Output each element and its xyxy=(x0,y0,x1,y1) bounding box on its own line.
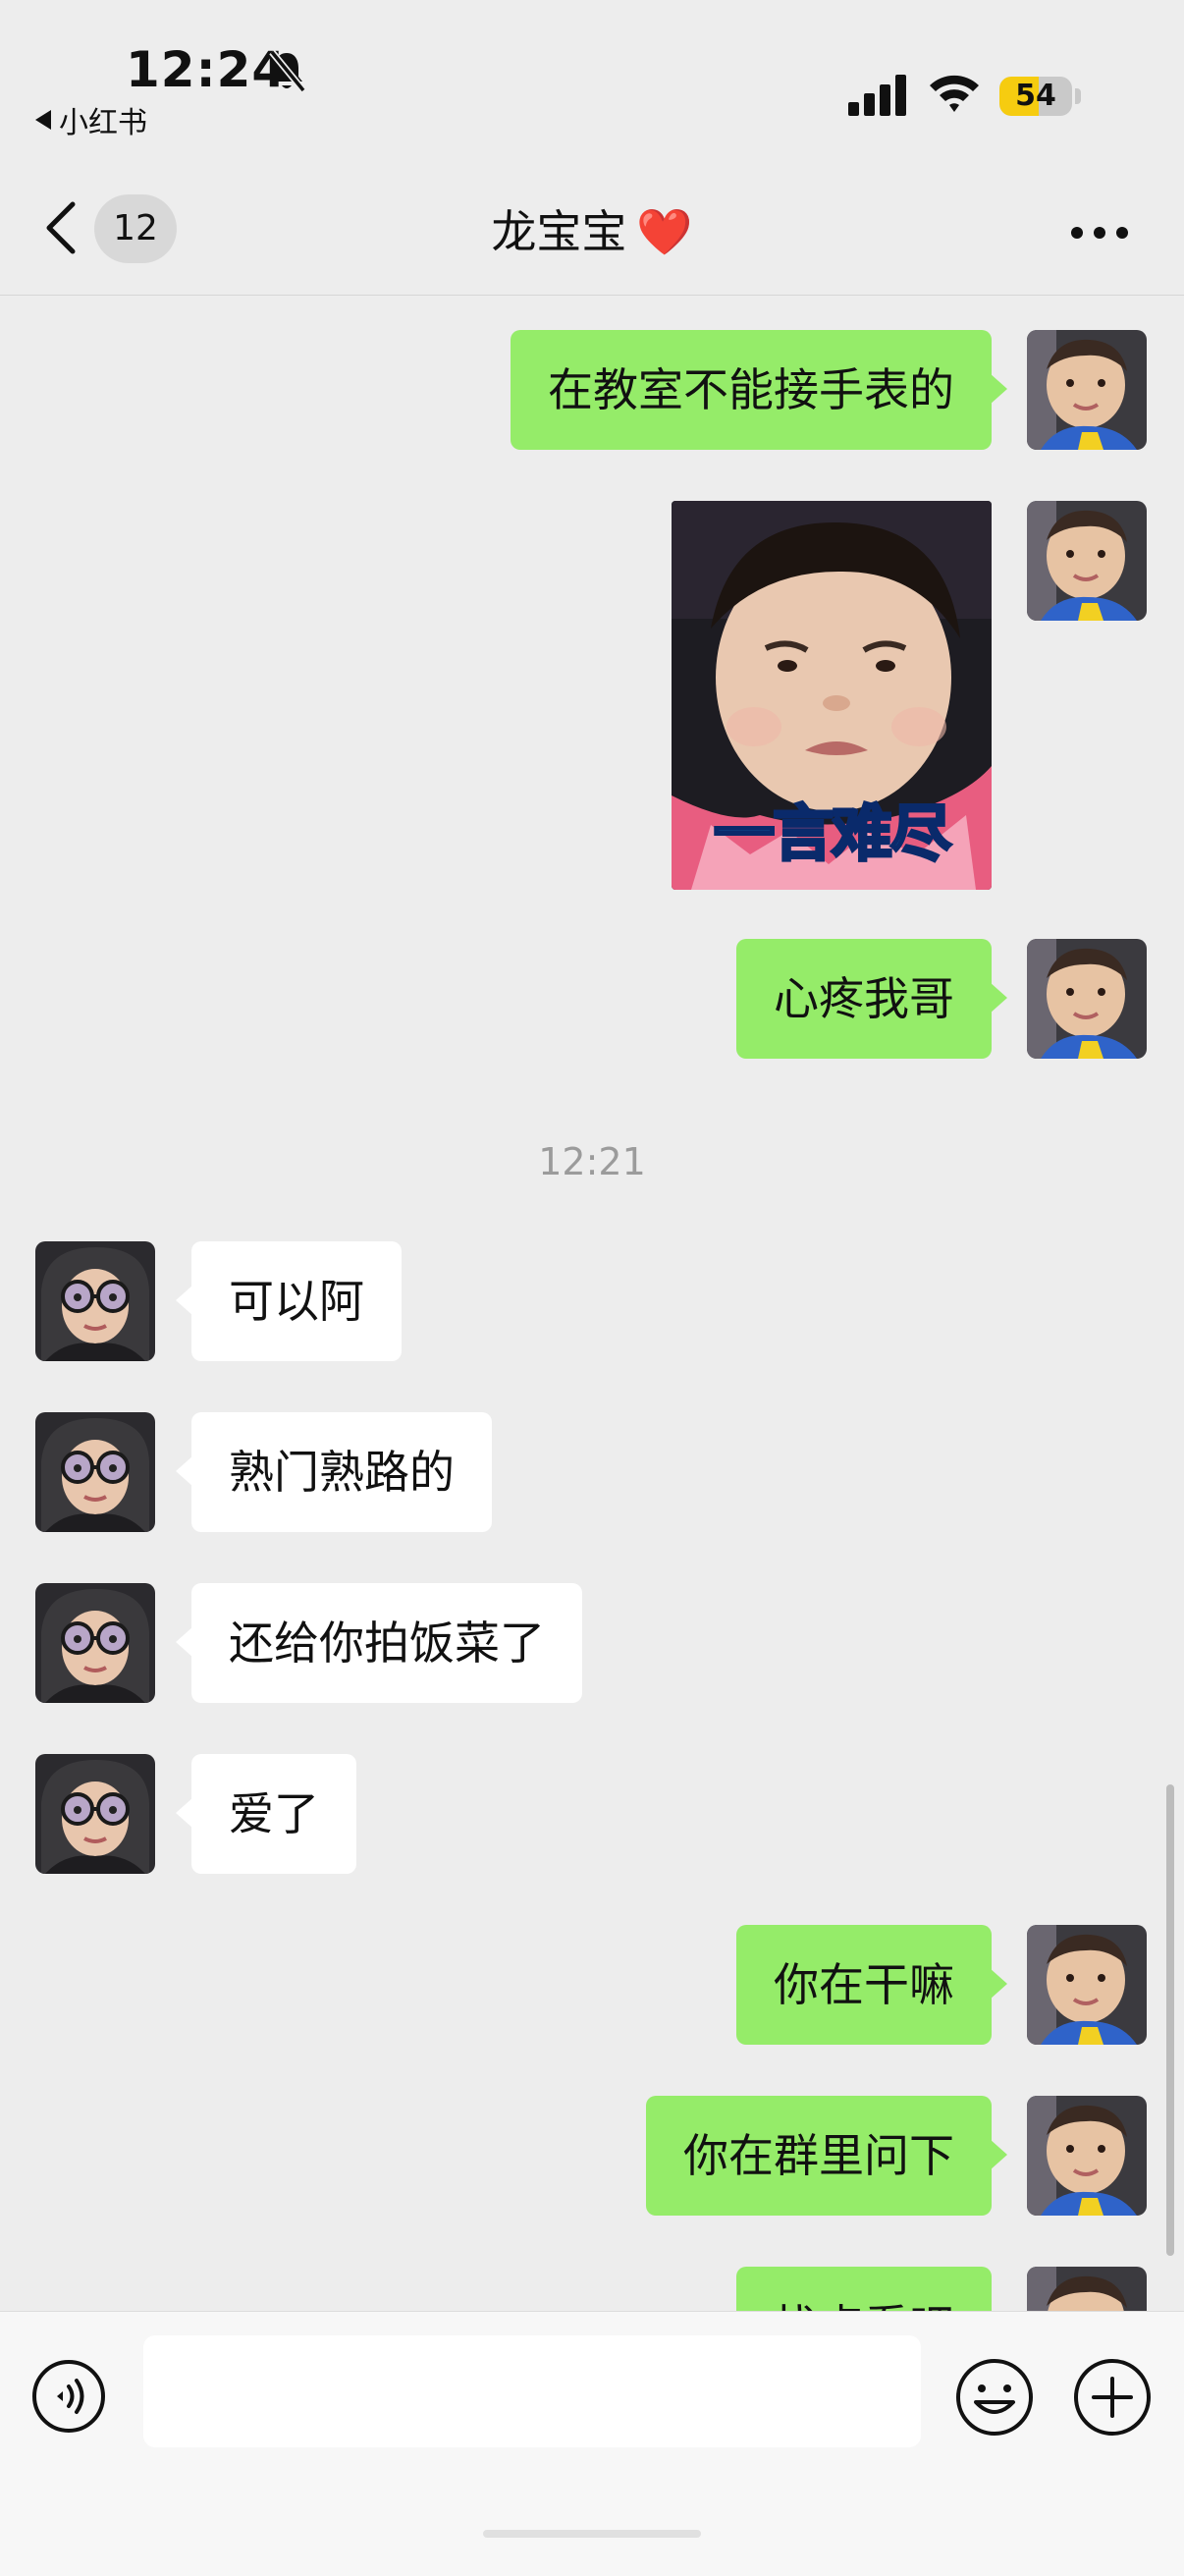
outgoing-message-bubble-partial[interactable]: 找点看吧 xyxy=(736,2267,1007,2311)
back-app-label: 小红书 xyxy=(59,106,147,140)
chat-title: 龙宝宝 ❤️ xyxy=(0,196,1184,261)
incoming-message-bubble[interactable]: 熟门熟路的 xyxy=(176,1412,492,1532)
battery-tip xyxy=(1075,88,1081,104)
message-input[interactable] xyxy=(143,2335,921,2447)
sticker-image[interactable]: 一言难尽 xyxy=(672,501,992,890)
back-triangle-icon xyxy=(35,110,51,130)
signal-icon xyxy=(848,75,906,116)
chat-header: 12 龙宝宝 ❤️ xyxy=(0,147,1184,296)
incoming-message-bubble[interactable]: 还给你拍饭菜了 xyxy=(176,1583,582,1703)
incoming-message-bubble[interactable]: 爱了 xyxy=(176,1754,356,1874)
my-avatar[interactable] xyxy=(1027,2096,1147,2216)
battery-percent: 54 xyxy=(1015,79,1056,113)
emoji-icon[interactable] xyxy=(954,2357,1035,2438)
incoming-message-bubble[interactable]: 可以阿 xyxy=(176,1241,402,1361)
more-icon[interactable] xyxy=(1070,226,1129,240)
contact-avatar[interactable] xyxy=(35,1412,155,1532)
outgoing-message-bubble[interactable]: 你在群里问下 xyxy=(646,2096,1007,2216)
outgoing-message-bubble[interactable]: 在教室不能接手表的 xyxy=(511,330,1007,450)
my-avatar[interactable] xyxy=(1027,939,1147,1059)
my-avatar[interactable] xyxy=(1027,501,1147,621)
status-bar: 12:24 小红书 54 xyxy=(0,0,1184,147)
home-indicator xyxy=(483,2530,701,2538)
contact-avatar[interactable] xyxy=(35,1754,155,1874)
my-avatar[interactable] xyxy=(1027,2267,1147,2311)
battery-icon: 54 xyxy=(999,77,1072,116)
chat-title-text: 龙宝宝 xyxy=(491,205,627,258)
my-avatar[interactable] xyxy=(1027,1925,1147,2045)
message-timestamp: 12:21 xyxy=(538,1140,646,1183)
status-time: 12:24 xyxy=(126,41,288,98)
chat-messages[interactable]: 在教室不能接手表的 一言难尽 心疼我哥 12:21 可以阿 熟门熟路的 还给你拍… xyxy=(0,296,1184,2311)
my-avatar[interactable] xyxy=(1027,330,1147,450)
plus-icon[interactable] xyxy=(1072,2357,1153,2438)
back-to-app-link[interactable]: 小红书 xyxy=(35,98,147,141)
sticker-caption: 一言难尽 xyxy=(712,796,952,871)
outgoing-message-bubble[interactable]: 心疼我哥 xyxy=(736,939,1007,1059)
contact-avatar[interactable] xyxy=(35,1583,155,1703)
chat-scrollbar[interactable] xyxy=(1166,1784,1174,2256)
outgoing-message-bubble[interactable]: 你在干嘛 xyxy=(736,1925,1007,2045)
message-input-bar xyxy=(0,2311,1184,2576)
bell-slash-icon xyxy=(269,49,306,93)
contact-avatar[interactable] xyxy=(35,1241,155,1361)
heart-emoji: ❤️ xyxy=(636,205,693,258)
wifi-icon xyxy=(930,75,979,112)
voice-icon[interactable] xyxy=(31,2359,106,2434)
